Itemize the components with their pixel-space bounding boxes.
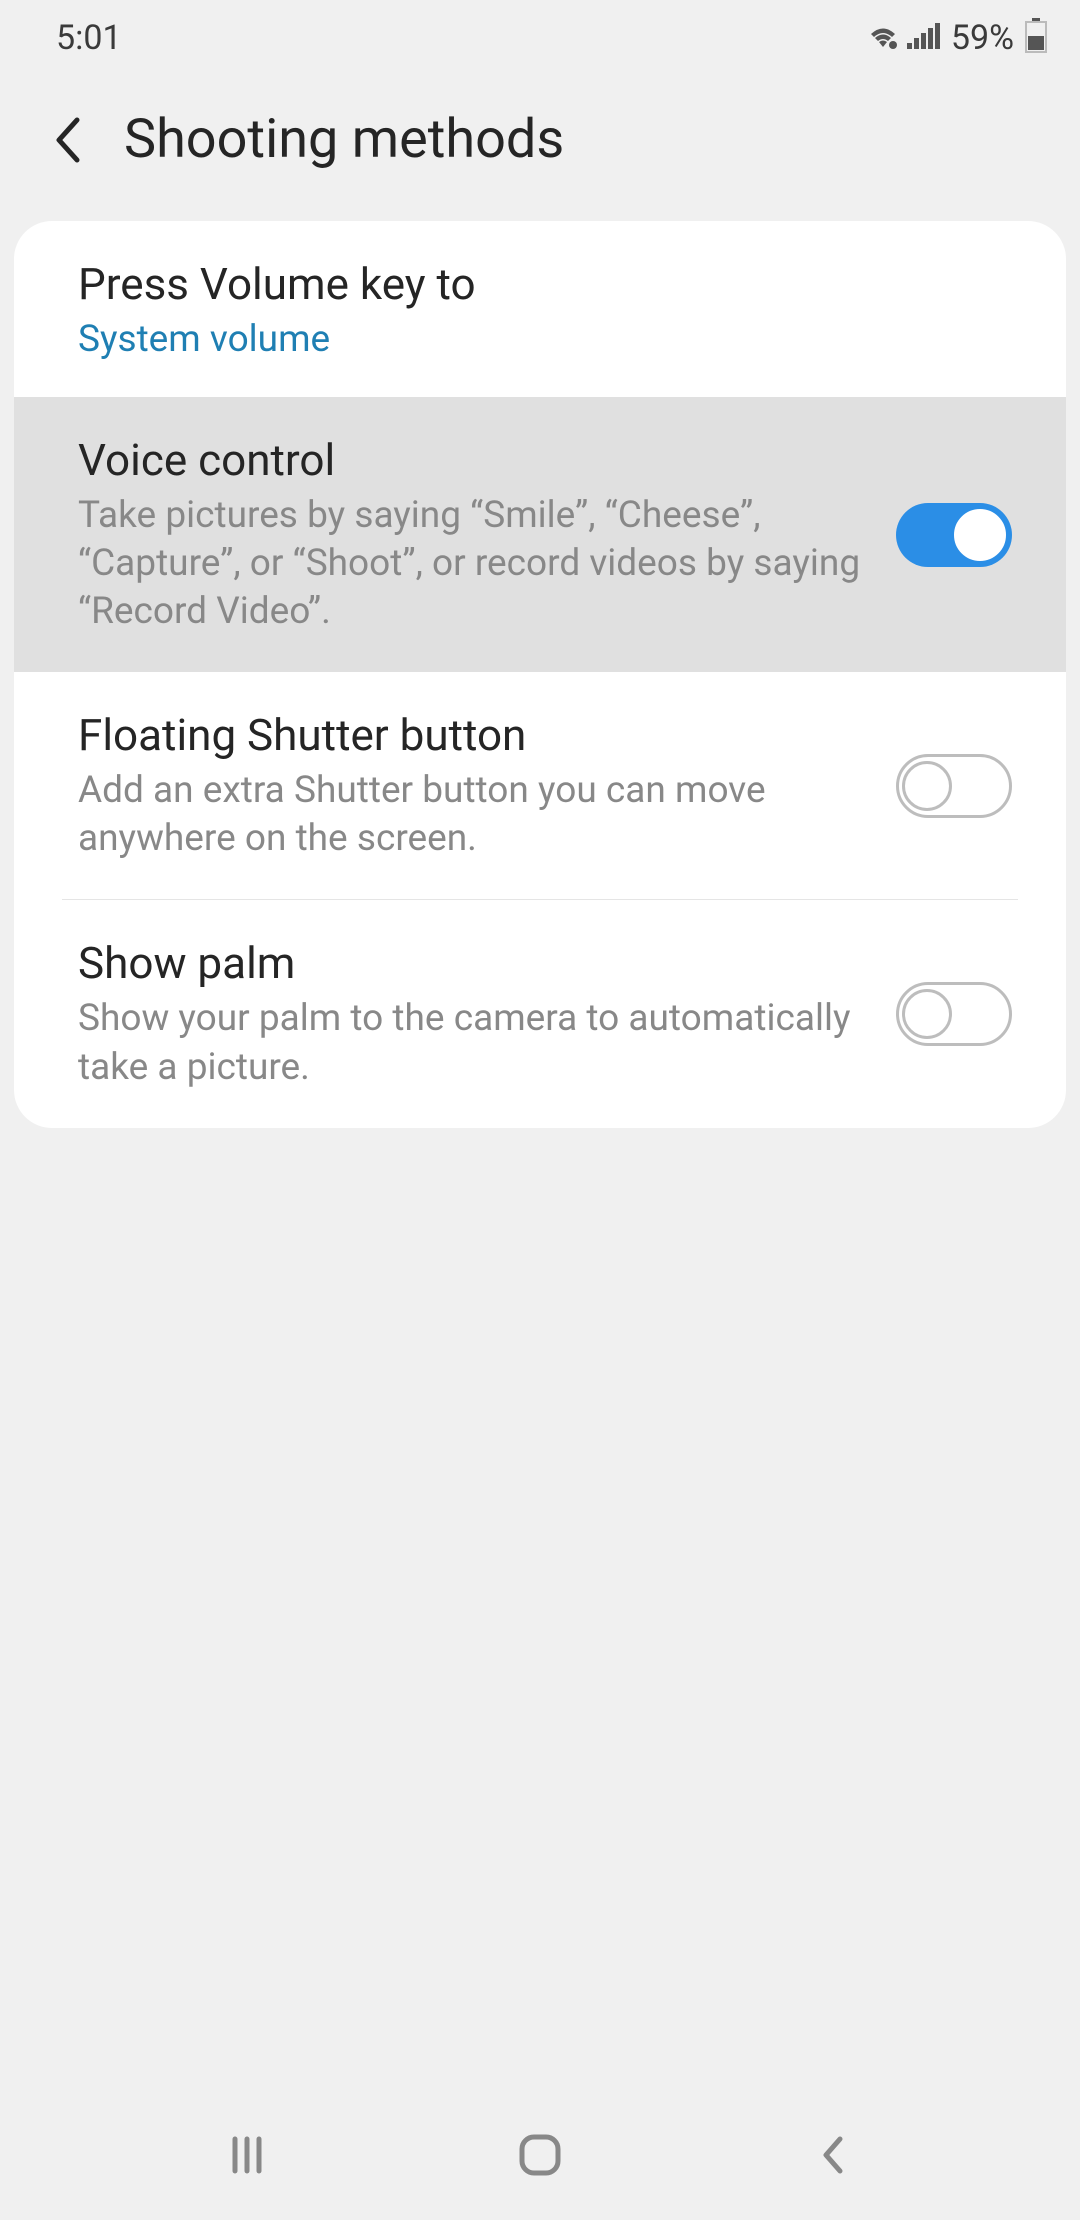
battery-icon [1024, 18, 1048, 58]
nav-back-button[interactable] [798, 2120, 868, 2190]
page-title: Shooting methods [124, 108, 564, 171]
toggle-knob [952, 507, 1008, 563]
setting-floating-shutter-title: Floating Shutter button [78, 708, 866, 763]
setting-voice-control[interactable]: Voice control Take pictures by saying “S… [14, 397, 1066, 672]
battery-percent: 59% [951, 18, 1014, 58]
nav-recents-button[interactable] [212, 2120, 282, 2190]
page-header: Shooting methods [0, 68, 1080, 221]
setting-voice-control-title: Voice control [78, 433, 866, 488]
recents-icon [225, 2133, 269, 2177]
setting-volume-key[interactable]: Press Volume key to System volume [14, 221, 1066, 397]
settings-panel: Press Volume key to System volume Voice … [14, 221, 1066, 1128]
show-palm-toggle[interactable] [896, 982, 1012, 1046]
wifi-icon [865, 21, 901, 55]
floating-shutter-toggle[interactable] [896, 754, 1012, 818]
setting-show-palm-title: Show palm [78, 936, 866, 991]
navigation-bar [0, 2090, 1080, 2220]
signal-icon [907, 21, 941, 55]
status-time: 5:01 [56, 18, 122, 58]
setting-volume-key-title: Press Volume key to [78, 257, 1012, 312]
setting-show-palm-description: Show your palm to the camera to automati… [78, 995, 866, 1091]
voice-control-toggle[interactable] [896, 503, 1012, 567]
setting-volume-key-value: System volume [78, 318, 1012, 361]
status-right: 59% [865, 18, 1048, 58]
setting-show-palm[interactable]: Show palm Show your palm to the camera t… [14, 900, 1066, 1127]
back-button[interactable] [48, 120, 88, 160]
home-icon [516, 2131, 564, 2179]
setting-voice-control-description: Take pictures by saying “Smile”, “Cheese… [78, 492, 866, 636]
toggle-knob [902, 761, 952, 811]
setting-floating-shutter[interactable]: Floating Shutter button Add an extra Shu… [14, 672, 1066, 899]
status-icons [865, 21, 941, 55]
status-bar: 5:01 59% [0, 0, 1080, 68]
toggle-knob [902, 989, 952, 1039]
back-icon [818, 2133, 848, 2177]
setting-floating-shutter-description: Add an extra Shutter button you can move… [78, 767, 866, 863]
nav-home-button[interactable] [505, 2120, 575, 2190]
chevron-left-icon [53, 116, 83, 164]
